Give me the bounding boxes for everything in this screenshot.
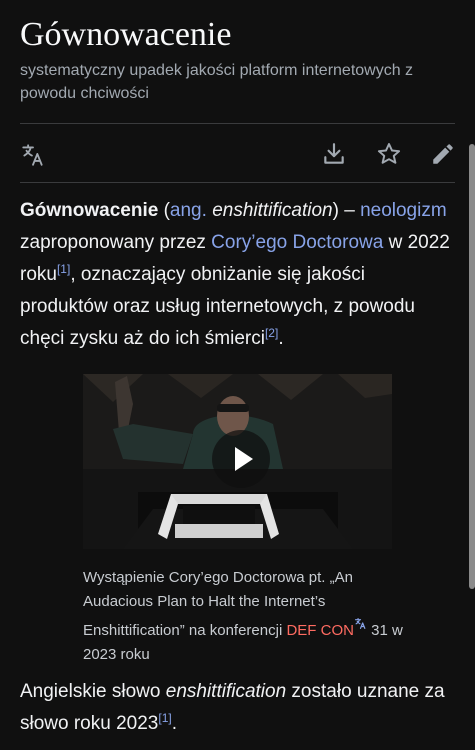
lang-link[interactable]: ang.: [170, 200, 207, 221]
paragraph-text: .: [171, 713, 177, 734]
video-player[interactable]: [83, 374, 392, 549]
translate-icon[interactable]: [20, 142, 46, 168]
author-link[interactable]: Cory’ego Doctorowa: [211, 232, 383, 253]
lead-paragraph: Gówno­wacenie (ang. enshittification) – …: [20, 195, 455, 355]
pencil-icon[interactable]: [430, 141, 456, 167]
english-term: enshittification: [165, 681, 287, 702]
reference-1-link[interactable]: [1]: [57, 262, 70, 276]
star-icon[interactable]: [376, 141, 402, 167]
lead-text: .: [278, 328, 284, 349]
translate-icon[interactable]: [354, 614, 367, 638]
article-page: Gównowacenie systematyczny upadek jakośc…: [20, 0, 455, 355]
reference-1-link[interactable]: [1]: [158, 711, 171, 725]
lead-text: , oznaczający obniżanie się jakości prod…: [20, 264, 416, 349]
page-title: Gównowacenie: [20, 16, 232, 53]
lead-text: ) –: [332, 200, 355, 221]
second-paragraph: Angielskie słowo enshittification został…: [20, 676, 455, 740]
video-caption: Wystąpienie Cory’ego Doctorowa pt. „An A…: [83, 566, 403, 667]
scrollbar[interactable]: [469, 144, 475, 589]
neologism-link[interactable]: neologizm: [360, 200, 447, 221]
lead-text: zaproponowany przez: [20, 232, 212, 253]
download-icon[interactable]: [321, 141, 347, 167]
paragraph-text: Angielskie słowo: [20, 681, 166, 702]
reference-2-link[interactable]: [2]: [265, 326, 278, 340]
lead-text: (: [158, 200, 170, 221]
page-subtitle: systematyczny upadek jakości platform in…: [20, 62, 414, 102]
page-actions-toolbar: [20, 124, 455, 182]
toolbar-divider: [20, 182, 455, 183]
defcon-link[interactable]: DEF CON: [286, 622, 354, 639]
lead-term: Gówno­wacenie: [20, 200, 159, 221]
play-icon[interactable]: [212, 430, 270, 488]
english-term: enshittification: [212, 200, 333, 221]
